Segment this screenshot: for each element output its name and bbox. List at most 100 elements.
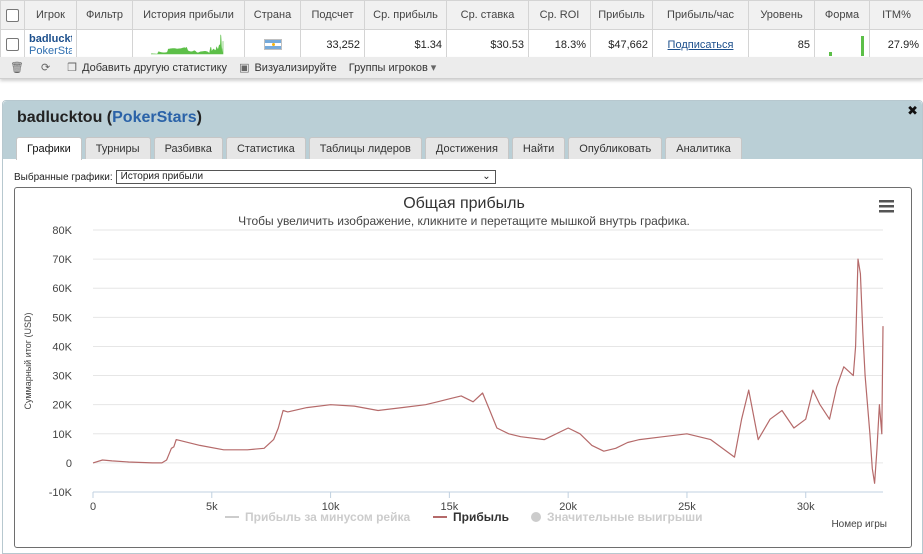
x-tick-label: 5k [206, 501, 218, 513]
table-header-row: Игрок Фильтр История прибыли Страна Подс… [0, 0, 923, 30]
image-icon: ▣ [239, 62, 250, 74]
select-all-checkbox[interactable] [6, 8, 19, 22]
player-groups-dropdown[interactable]: Группы игроков ▾ [348, 61, 437, 75]
profit-series-line [92, 258, 884, 484]
legend-item-profit: Прибыль [453, 510, 509, 524]
filter-cell [76, 29, 133, 60]
profit-sparkline [150, 34, 224, 55]
panel-title: badlucktou (PokerStars) [17, 109, 202, 127]
refresh-button[interactable]: ⟳ [41, 61, 55, 74]
visualize-label: Визуализируйте [254, 61, 337, 74]
delete-button[interactable]: 🗑 [10, 61, 29, 74]
y-tick-label: 80K [52, 225, 72, 237]
y-axis-title: Суммарный итог (USD) [23, 312, 33, 409]
y-tick-label: 40K [52, 341, 72, 353]
visualize-button[interactable]: ▣ Визуализируйте [239, 61, 337, 75]
col-header-profit[interactable]: Прибыль [590, 0, 653, 30]
chart-select[interactable]: История прибыли ⌄ [115, 170, 496, 184]
profit-history-cell[interactable] [132, 29, 245, 60]
row-checkbox[interactable] [6, 38, 19, 51]
col-header-player[interactable]: Игрок [24, 0, 77, 30]
profit-per-hour-cell[interactable]: Подписаться [652, 29, 749, 60]
form-bars [829, 36, 864, 56]
player-name-link[interactable]: badlucktou [29, 33, 72, 45]
sparkline-area [150, 34, 224, 55]
window-icon: ❐ [67, 62, 78, 74]
y-tick-label: 10K [52, 429, 72, 441]
caret-down-icon: ▾ [430, 62, 437, 74]
itm-cell: 27.9% [869, 29, 923, 60]
profit-chart[interactable]: Общая прибыль Чтобы увеличить изображение… [14, 187, 912, 548]
chart-select-label: Выбранные графики: [14, 171, 113, 183]
refresh-icon: ⟳ [40, 62, 51, 74]
chart-select-row: Выбранные графики: История прибыли ⌄ [14, 170, 496, 184]
results-table: Игрок Фильтр История прибыли Страна Подс… [0, 0, 923, 60]
menu-icon-bar [879, 210, 894, 213]
chart-title: Общая прибыль [403, 195, 525, 212]
panel-tabs: Графики Турниры Разбивка Статистика Табл… [16, 137, 745, 160]
chevron-down-icon: ⌄ [482, 171, 491, 182]
menu-icon-bar [879, 205, 894, 208]
profit-cell: $47,662 [590, 29, 653, 60]
menu-icon[interactable] [879, 200, 894, 213]
panel-header: badlucktou (PokerStars) ✖ Графики Турнир… [3, 101, 922, 160]
chart-svg: Общая прибыль Чтобы увеличить изображение… [23, 195, 894, 530]
tab-leaderboards[interactable]: Таблицы лидеров [308, 137, 422, 159]
tab-analytics[interactable]: Аналитика [665, 137, 742, 159]
trash-icon: 🗑 [10, 62, 24, 74]
chart-select-value: История прибыли [120, 171, 204, 182]
col-header-itm[interactable]: ITM% [869, 0, 923, 30]
tab-breakdown[interactable]: Разбивка [153, 137, 223, 159]
legend-item-wins: Значительные выигрыши [547, 510, 703, 524]
add-stats-label: Добавить другую статистику [82, 61, 228, 74]
avg-profit-cell: $1.34 [364, 29, 447, 60]
avg-roi-cell: 18.3% [528, 29, 591, 60]
level-cell: 85 [748, 29, 815, 60]
argentina-flag-icon [263, 39, 282, 51]
x-axis-title: Номер игры [831, 519, 887, 530]
tab-publish[interactable]: Опубликовать [568, 137, 663, 159]
col-header-avg-profit[interactable]: Ср. прибыль [364, 0, 447, 30]
col-header-avg-roi[interactable]: Ср. ROI [528, 0, 591, 30]
col-header-avg-stake[interactable]: Ср. ставка [446, 0, 529, 30]
col-header-count[interactable]: Подсчет [300, 0, 365, 30]
table-row[interactable]: badlucktou PokerStars 33,252 $1.34 $30.5… [0, 29, 923, 60]
col-header-profit-history[interactable]: История прибыли [132, 0, 245, 30]
row-checkbox-cell[interactable] [0, 29, 25, 60]
country-cell [244, 29, 301, 60]
menu-icon-bar [879, 200, 894, 203]
subscribe-link[interactable]: Подписаться [668, 39, 734, 51]
y-tick-label: 50K [52, 312, 72, 324]
panel-close-paren: ) [196, 109, 202, 126]
tab-find[interactable]: Найти [511, 137, 566, 159]
y-tick-label: 0 [66, 458, 72, 470]
form-bar [861, 36, 864, 56]
y-tick-label: 60K [52, 283, 72, 295]
player-groups-label: Группы игроков [348, 61, 428, 74]
col-header-level[interactable]: Уровень [748, 0, 815, 30]
y-tick-label: -10K [49, 487, 73, 499]
y-tick-label: 20K [52, 400, 72, 412]
chart-subtitle: Чтобы увеличить изображение, кликните и … [238, 214, 690, 228]
x-tick-label: 0 [90, 501, 96, 513]
tab-tournaments[interactable]: Турниры [84, 137, 151, 159]
form-cell [814, 29, 870, 60]
tab-charts[interactable]: Графики [16, 137, 82, 160]
col-header-country[interactable]: Страна [244, 0, 301, 30]
form-bar [829, 52, 832, 56]
panel-site-link[interactable]: PokerStars [112, 109, 197, 126]
tab-statistics[interactable]: Статистика [225, 137, 306, 159]
col-header-filter[interactable]: Фильтр [76, 0, 133, 30]
close-icon[interactable]: ✖ [907, 103, 918, 119]
legend-item-rake: Прибыль за минусом рейка [245, 510, 410, 524]
tab-achievements[interactable]: Достижения [424, 137, 509, 159]
add-stats-button[interactable]: ❐ Добавить другую статистику [67, 61, 228, 75]
y-tick-label: 30K [52, 371, 72, 383]
col-header-form[interactable]: Форма [814, 0, 870, 30]
count-cell: 33,252 [300, 29, 365, 60]
player-cell[interactable]: badlucktou PokerStars [24, 29, 77, 60]
select-all-checkbox-cell[interactable] [0, 0, 25, 30]
player-details-panel: badlucktou (PokerStars) ✖ Графики Турнир… [2, 100, 923, 554]
col-header-profit-per-hour[interactable]: Прибыль/час [652, 0, 749, 30]
player-site-label: PokerStars [29, 44, 72, 57]
